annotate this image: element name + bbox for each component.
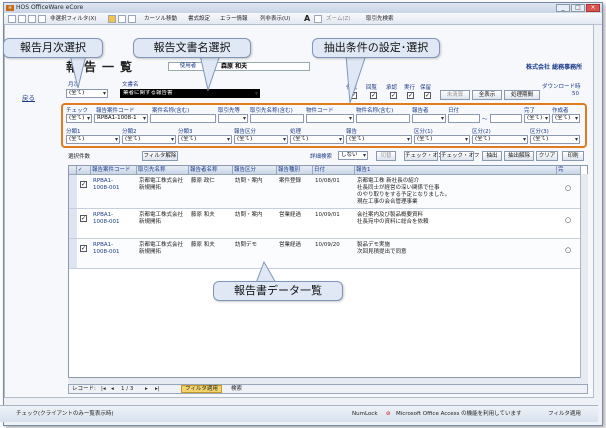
month-callout-pointer bbox=[69, 54, 87, 89]
data-callout-pointer bbox=[255, 260, 277, 284]
month-callout: 報告月次選択 bbox=[3, 38, 103, 58]
docname-callout: 報告文書名選択 bbox=[133, 38, 251, 58]
conditions-callout-pointer bbox=[345, 54, 367, 104]
data-callout: 報告書データ一覧 bbox=[213, 281, 343, 301]
docname-callout-pointer bbox=[199, 54, 221, 92]
conditions-callout: 抽出条件の設定･選択 bbox=[312, 38, 440, 58]
callout-pointers bbox=[69, 54, 367, 284]
